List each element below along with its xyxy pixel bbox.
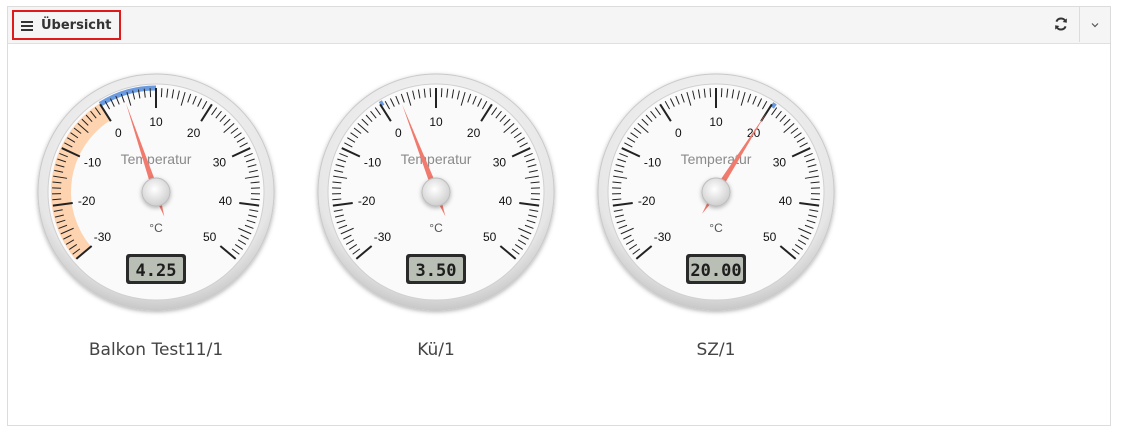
gauge-scale-label: 20 <box>467 126 481 140</box>
gauge-tick <box>441 88 442 97</box>
gauge-tick <box>251 199 260 200</box>
gauge-tick <box>811 199 820 200</box>
gauge-title: Temperatur <box>121 151 192 167</box>
panel-header: Übersicht <box>8 7 1110 44</box>
gauge-scale-label: -30 <box>374 230 392 244</box>
gauge-dial: -30-20-1001020304050Temperatur°C20.00 <box>596 72 836 312</box>
overview-title-button[interactable]: Übersicht <box>12 10 121 40</box>
hamburger-icon <box>21 20 33 30</box>
collapse-button[interactable] <box>1079 7 1110 42</box>
gauge-tick <box>430 88 431 97</box>
gauge-scale-label: -30 <box>654 230 672 244</box>
gauge-hub <box>702 178 730 206</box>
gauge-scale-label: 20 <box>187 126 201 140</box>
gauge-scale-label: -30 <box>94 230 112 244</box>
gauge-dial: -30 -20 -10 0 10 20 30 40 50 Temperatur °C 3.50 <box>316 72 556 312</box>
panel-title: Übersicht <box>41 18 111 33</box>
gauge-tick <box>721 88 722 97</box>
gauge-hub <box>142 178 170 206</box>
gauge-dial: -30 -20 -10 0 10 20 30 40 50 Temperatur °C 4.25 <box>36 72 276 312</box>
gauge-scale-label: 0 <box>395 126 402 140</box>
gauge-scale-label: 30 <box>213 155 227 169</box>
gauge-tick <box>612 199 621 200</box>
gauge-scale-label: -10 <box>364 155 382 169</box>
gauge-title: Temperatur <box>401 151 472 167</box>
gauge-label: SZ/1 <box>596 340 836 360</box>
gauge-label: Balkon Test11/1 <box>36 340 276 360</box>
gauge-hub <box>422 178 450 206</box>
refresh-icon <box>1052 15 1070 33</box>
lcd-value: 3.50 <box>416 261 457 281</box>
gauge-scale-label: 30 <box>493 155 507 169</box>
gauge-scale-label: 0 <box>115 126 122 140</box>
gauge-scale-label: 50 <box>203 230 217 244</box>
gauge-1: -30 -20 -10 0 10 20 30 40 50 Temperatur °C 4.25 <box>36 72 276 312</box>
chevron-down-icon <box>1090 21 1100 29</box>
gauge-scale-label: 50 <box>763 230 777 244</box>
refresh-button[interactable] <box>1052 15 1070 33</box>
gauge-scale-label: 10 <box>149 115 163 129</box>
gauge-tick <box>150 88 151 97</box>
gauge-scale-label: 10 <box>709 115 723 129</box>
gauge-unit: °C <box>709 221 723 235</box>
gauge-scale-label: 10 <box>429 115 443 129</box>
gauge-scale-label: 40 <box>779 194 793 208</box>
lcd-value: 4.25 <box>136 261 177 281</box>
gauge-scale-label: 0 <box>675 126 682 140</box>
gauge-2: -30 -20 -10 0 10 20 30 40 50 Temperatur °C 3.50 <box>316 72 556 312</box>
gauge-unit: °C <box>149 221 163 235</box>
lcd-value: 20.00 <box>690 261 741 281</box>
gauge-scale-label: -10 <box>84 155 102 169</box>
gauge-scale-label: -10 <box>644 155 662 169</box>
gauge-tick <box>52 199 61 200</box>
gauge-scale-label: -20 <box>78 194 96 208</box>
gauge-scale-label: -20 <box>638 194 656 208</box>
gauge-tick <box>161 88 162 97</box>
gauge-tick <box>332 199 341 200</box>
gauge-scale-label: 40 <box>219 194 233 208</box>
gauge-tick <box>531 199 540 200</box>
gauge-unit: °C <box>429 221 443 235</box>
gauge-3: -30-20-1001020304050Temperatur°C20.00 <box>596 72 836 312</box>
gauge-scale-label: 30 <box>773 155 787 169</box>
gauge-label: Kü/1 <box>316 340 556 360</box>
gauge-scale-label: 40 <box>499 194 513 208</box>
gauge-scale-label: -20 <box>358 194 376 208</box>
gauge-scale-label: 50 <box>483 230 497 244</box>
gauge-tick <box>710 88 711 97</box>
